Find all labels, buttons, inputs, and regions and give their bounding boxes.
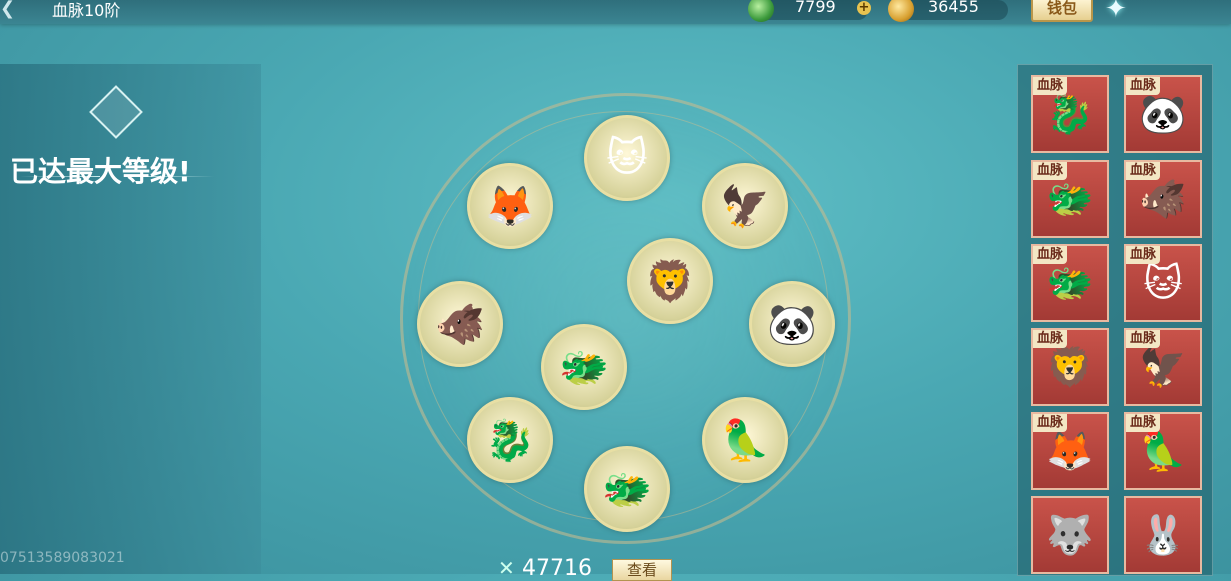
card-red-fox[interactable]: 🦊 血脉 — [1031, 412, 1109, 490]
bloodline-tag: 血脉 — [1033, 246, 1068, 264]
bloodline-tag: 血脉 — [1126, 162, 1161, 180]
add-currency-button[interactable]: + — [857, 1, 871, 15]
view-button[interactable]: 查看 — [612, 559, 672, 581]
card-art: 🦁 — [1046, 344, 1094, 389]
wheel-node-ice-phoenix[interactable]: 🦅 — [702, 163, 788, 249]
card-brown-dragon[interactable]: 🐲 血脉 — [1031, 160, 1109, 238]
wheel-node-lion-dance[interactable]: 🦁 — [627, 238, 713, 324]
card-fire-dragon[interactable]: 🐉 血脉 — [1031, 75, 1109, 153]
card-art: 🐲 — [1046, 260, 1094, 305]
jade-value: 7799 — [795, 0, 836, 16]
bloodline-tag: 血脉 — [1126, 414, 1161, 432]
card-art: 🐉 — [1046, 91, 1094, 136]
bloodline-tag: 血脉 — [1033, 330, 1068, 348]
card-art: 🦊 — [1046, 428, 1094, 473]
wallet-button[interactable]: 钱包 — [1031, 0, 1093, 22]
bloodline-tag: 血脉 — [1126, 246, 1161, 264]
card-art: 🐺 — [1046, 512, 1094, 557]
card-art: 🐗 — [1139, 176, 1187, 221]
bloodline-tag: 血脉 — [1126, 330, 1161, 348]
card-frost-wolf[interactable]: 🐺 — [1031, 496, 1109, 574]
card-art: 🦅 — [1139, 344, 1187, 389]
wheel-node-red-fox[interactable]: 🦊 — [467, 163, 553, 249]
gold-value: 36455 — [928, 0, 979, 16]
card-white-cat[interactable]: 🐱 血脉 — [1124, 244, 1202, 322]
card-art: 🦜 — [1139, 428, 1187, 473]
cost-value: 47716 — [522, 556, 592, 581]
player-id: 07513589083021 — [0, 550, 125, 566]
top-bar: ❮ 血脉10阶 7799 + 36455 钱包 ✦ — [0, 0, 1231, 24]
cross-token-icon: ✕ — [498, 556, 515, 580]
screen-title: 血脉10阶 — [52, 1, 121, 20]
wheel-node-panda[interactable]: 🐼 — [749, 281, 835, 367]
card-snow-rabbit[interactable]: 🐰 — [1124, 496, 1202, 574]
card-ice-phoenix[interactable]: 🦅 血脉 — [1124, 328, 1202, 406]
chevron-left-icon[interactable]: ❮ — [0, 0, 15, 19]
card-azure-dragon[interactable]: 🐲 血脉 — [1031, 244, 1109, 322]
card-fire-bird[interactable]: 🦜 血脉 — [1124, 412, 1202, 490]
bloodline-tag: 血脉 — [1126, 77, 1161, 95]
wheel-node-fire-dragon[interactable]: 🐉 — [467, 397, 553, 483]
card-dark-boar[interactable]: 🐗 血脉 — [1124, 160, 1202, 238]
wheel-node-fire-bird[interactable]: 🦜 — [702, 397, 788, 483]
card-art: 🐲 — [1046, 176, 1094, 221]
level-info-panel — [0, 64, 261, 574]
card-art: 🐱 — [1143, 261, 1183, 305]
wheel-node-white-cat[interactable]: 🐱 — [584, 115, 670, 201]
wheel-node-azure-dragon[interactable]: 🐲 — [584, 446, 670, 532]
card-art: 🐰 — [1139, 512, 1187, 557]
card-panda[interactable]: 🐼 血脉 — [1124, 75, 1202, 153]
wheel-node-dark-boar[interactable]: 🐗 — [417, 281, 503, 367]
wheel-node-brown-dragon[interactable]: 🐲 — [541, 324, 627, 410]
bloodline-tag: 血脉 — [1033, 414, 1068, 432]
card-art: 🐼 — [1139, 91, 1187, 136]
card-lion-dance[interactable]: 🦁 血脉 — [1031, 328, 1109, 406]
max-level-text: 已达最大等级! — [10, 155, 191, 188]
bloodline-tag: 血脉 — [1033, 162, 1068, 180]
star-menu-icon[interactable]: ✦ — [1105, 0, 1127, 24]
bloodline-tag: 血脉 — [1033, 77, 1068, 95]
